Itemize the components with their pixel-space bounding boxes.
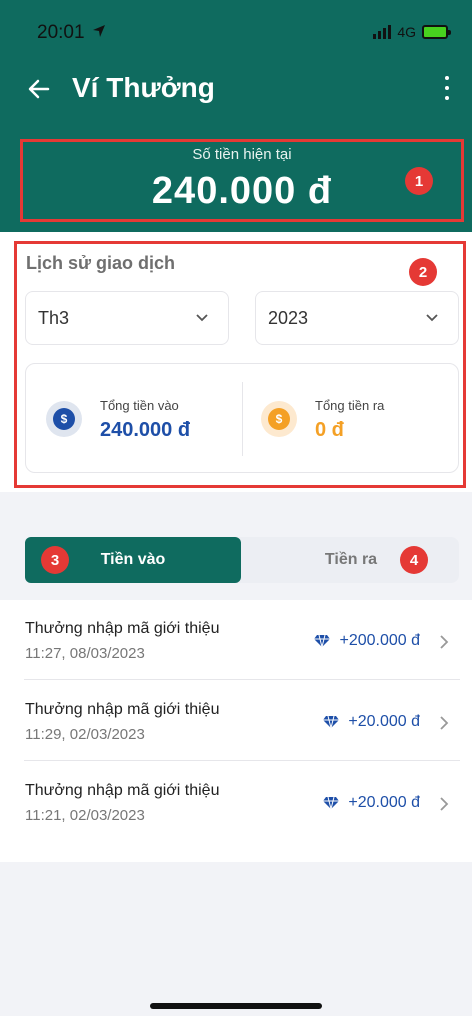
chevron-right-icon [440, 716, 449, 730]
transaction-title: Thưởng nhập mã giới thiệu [25, 620, 220, 637]
transaction-time: 11:27, 08/03/2023 [25, 645, 145, 662]
transaction-row[interactable]: Thưởng nhập mã giới thiệu 11:21, 02/03/2… [0, 762, 472, 842]
year-select[interactable]: 2023 [255, 291, 459, 345]
callout-badge-2: 2 [409, 258, 437, 286]
back-arrow-icon[interactable] [26, 76, 52, 102]
summary-divider [242, 382, 243, 456]
transaction-amount-value: +200.000 đ [339, 632, 420, 649]
total-in-value: 240.000 đ [100, 419, 191, 441]
diamond-icon [323, 796, 340, 810]
chevron-down-icon [426, 314, 438, 322]
callout-badge-3: 3 [41, 546, 69, 574]
summary-card: $ Tổng tiền vào 240.000 đ $ Tổng tiền ra… [25, 363, 459, 473]
total-out-value: 0 đ [315, 419, 344, 441]
tab-bar: Tiền vào Tiền ra [25, 537, 459, 583]
transaction-row[interactable]: Thưởng nhập mã giới thiệu 11:27, 08/03/2… [0, 600, 472, 680]
balance-highlight-box: Số tiền hiện tại 240.000 đ [20, 139, 464, 222]
diamond-icon [323, 715, 340, 729]
month-select-value: Th3 [38, 307, 70, 328]
transaction-list: Thưởng nhập mã giới thiệu 11:27, 08/03/2… [0, 600, 472, 862]
signal-icon [373, 25, 392, 39]
transaction-amount-value: +20.000 đ [348, 713, 420, 730]
month-select[interactable]: Th3 [25, 291, 229, 345]
transaction-amount-value: +20.000 đ [348, 794, 420, 811]
page-title: Ví Thưởng [72, 72, 215, 103]
home-indicator[interactable] [150, 1003, 322, 1009]
callout-badge-1: 1 [405, 167, 433, 195]
chevron-right-icon [440, 797, 449, 811]
diamond-icon [314, 634, 331, 648]
total-out-label: Tổng tiền ra [315, 398, 385, 413]
balance-label: Số tiền hiện tại [192, 146, 292, 163]
status-indicators: 4G [373, 24, 451, 40]
battery-icon [422, 25, 451, 39]
location-arrow-icon [93, 25, 105, 37]
transaction-time: 11:21, 02/03/2023 [25, 807, 145, 824]
transaction-title: Thưởng nhập mã giới thiệu [25, 701, 220, 718]
transaction-time: 11:29, 02/03/2023 [25, 726, 145, 743]
balance-value: 240.000 đ [151, 170, 333, 212]
chevron-down-icon [196, 314, 208, 322]
money-in-icon: $ [46, 401, 82, 437]
transaction-row[interactable]: Thưởng nhập mã giới thiệu 11:29, 02/03/2… [0, 681, 472, 761]
history-title: Lịch sử giao dịch [26, 253, 176, 273]
row-divider [24, 679, 460, 680]
transaction-amount: +200.000 đ [313, 632, 420, 650]
transaction-title: Thưởng nhập mã giới thiệu [25, 782, 220, 799]
callout-badge-4: 4 [400, 546, 428, 574]
header: 20:01 4G Ví Thưởng Số tiền hiện tại 240.… [0, 0, 472, 232]
transaction-amount: +20.000 đ [322, 794, 420, 812]
row-divider [24, 760, 460, 761]
money-out-icon: $ [261, 401, 297, 437]
status-time: 20:01 [37, 22, 85, 43]
total-in-label: Tổng tiền vào [100, 398, 179, 413]
network-label: 4G [397, 24, 416, 40]
year-select-value: 2023 [268, 307, 309, 328]
more-menu-icon[interactable] [442, 76, 452, 100]
chevron-right-icon [440, 635, 449, 649]
transaction-amount: +20.000 đ [322, 713, 420, 731]
